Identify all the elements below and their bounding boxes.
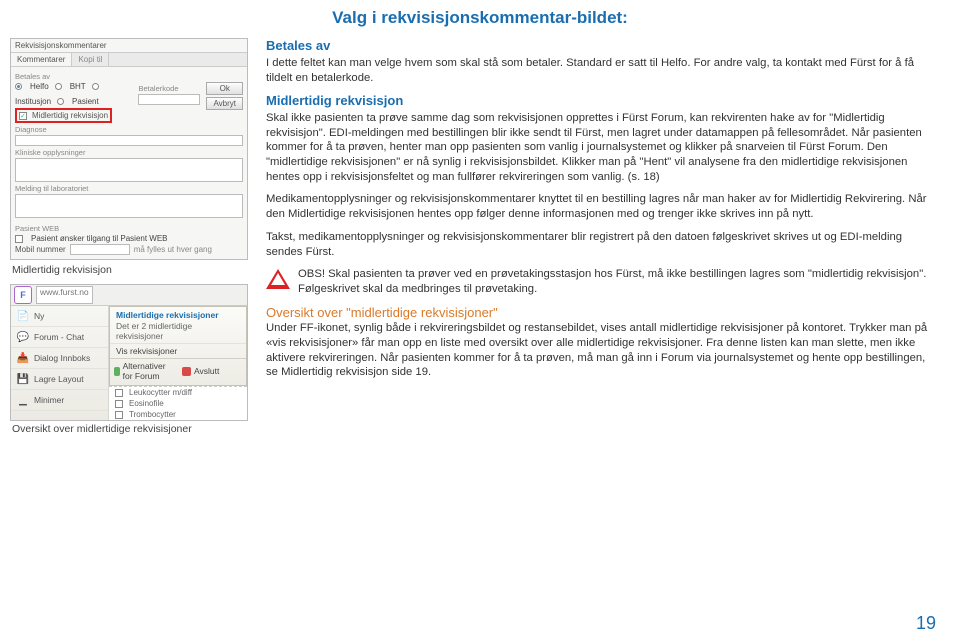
kliniske-input[interactable]: [15, 158, 243, 182]
melding-label: Melding til laboratoriet: [15, 184, 243, 193]
screenshot-rekvisisjonskommentar: Rekvisisjonskommentarer Kommentarer Kopi…: [10, 38, 248, 260]
para-oversikt: Under FF-ikonet, synlig både i rekvireri…: [266, 321, 930, 380]
submenu-midlertidige: Midlertidige rekvisisjoner Det er 2 midl…: [109, 306, 247, 386]
midlertidig-label: Midlertidig rekvisisjon: [32, 111, 108, 120]
para-betales: I dette feltet kan man velge hvem som sk…: [266, 56, 930, 85]
checkbox-icon[interactable]: [115, 400, 123, 408]
menu-item-label: Minimer: [34, 395, 64, 405]
submenu-foot-label: Avslutt: [194, 366, 219, 376]
melding-input[interactable]: [15, 194, 243, 218]
page-number: 19: [916, 613, 936, 634]
heading-betales-av: Betales av: [266, 38, 930, 55]
mobil-input[interactable]: [70, 244, 130, 255]
pasient-web-check-label: Pasient ønsker tilgang til Pasient WEB: [31, 234, 168, 243]
betalerkode-input[interactable]: [138, 94, 200, 105]
radio-pasient-label: Pasient: [72, 97, 99, 106]
para-medikament: Medikamentopplysninger og rekvisisjonsko…: [266, 192, 930, 221]
page-title: Valg i rekvisisjonskommentar-bildet:: [0, 0, 960, 28]
menu-item-lagre-layout[interactable]: 💾 Lagre Layout: [11, 369, 108, 390]
menu-item-ny[interactable]: 📄 Ny: [11, 306, 108, 327]
panel-title: Rekvisisjonskommentarer: [11, 39, 247, 53]
list-item[interactable]: Trombocytter: [109, 409, 247, 420]
submenu-avslutt[interactable]: Avslutt: [178, 359, 246, 383]
screenshot-menu: F www.furst.no 📄 Ny 💬 Forum - Chat 📥 Dialog…: [10, 284, 248, 421]
options-icon: [114, 367, 120, 376]
tab-kopi-til[interactable]: Kopi til: [72, 53, 109, 66]
diagnose-input[interactable]: [15, 135, 243, 146]
para-obs: OBS! Skal pasienten ta prøver ved en prø…: [298, 267, 930, 296]
save-icon: 💾: [16, 372, 30, 386]
list-item-label: Leukocytter m/diff: [129, 388, 192, 397]
radio-institusjon-label: Institusjon: [15, 97, 51, 106]
list-item-label: Eosinofile: [129, 399, 164, 408]
checkbox-icon[interactable]: [115, 389, 123, 397]
radio-bht[interactable]: [55, 83, 62, 90]
menu-item-label: Lagre Layout: [34, 374, 84, 384]
diagnose-label: Diagnose: [15, 125, 243, 134]
minimize-icon: ▁: [16, 393, 30, 407]
submenu-foot-label: Alternativer for Forum: [123, 361, 174, 381]
caption-oversikt: Oversikt over midlertidige rekvisisjoner: [12, 423, 248, 435]
menu-item-forum-chat[interactable]: 💬 Forum - Chat: [11, 327, 108, 348]
submenu-title: Midlertidige rekvisisjoner: [110, 309, 246, 321]
address-bar[interactable]: www.furst.no: [36, 286, 93, 304]
heading-midlertidig: Midlertidig rekvisisjon: [266, 93, 930, 110]
midlertidig-highlight: Midlertidig rekvisisjon: [15, 108, 112, 123]
chat-icon: 💬: [16, 330, 30, 344]
betalerkode-label: Betalerkode: [138, 84, 200, 93]
radio-helfo-label: Helfo: [30, 82, 49, 91]
heading-oversikt: Oversikt over "midlertidige rekvisisjone…: [266, 305, 930, 322]
radio-helfo[interactable]: [15, 83, 22, 90]
new-icon: 📄: [16, 309, 30, 323]
checkbox-icon[interactable]: [115, 411, 123, 419]
right-column: Betales av I dette feltet kan man velge …: [266, 38, 930, 443]
list-item[interactable]: Eosinofile: [109, 398, 247, 409]
para-midlertidig: Skal ikke pasienten ta prøve samme dag s…: [266, 111, 930, 184]
submenu-count: Det er 2 midlertidige rekvisisjoner: [110, 321, 246, 343]
list-item-label: Trombocytter: [129, 410, 176, 419]
kliniske-label: Kliniske opplysninger: [15, 148, 243, 157]
menu-item-label: Forum - Chat: [34, 332, 84, 342]
betales-av-label: Betales av: [15, 72, 243, 81]
checkbox-pasient-web[interactable]: [15, 235, 23, 243]
caption-midlertidig: Midlertidig rekvisisjon: [12, 264, 248, 276]
inbox-icon: 📥: [16, 351, 30, 365]
checkbox-midlertidig[interactable]: [19, 112, 27, 120]
radio-bht-label: BHT: [70, 82, 86, 91]
mobil-note: må fylles ut hver gang: [134, 245, 212, 254]
ok-button[interactable]: Ok: [206, 82, 243, 95]
menu-item-label: Ny: [34, 311, 44, 321]
pasient-web-label: Pasient WEB: [15, 224, 243, 233]
para-takst: Takst, medikamentopplysninger og rekvisi…: [266, 230, 930, 259]
warning-icon: [266, 269, 290, 289]
menu-item-label: Dialog Innboks: [34, 353, 90, 363]
menu-item-minimer[interactable]: ▁ Minimer: [11, 390, 108, 411]
avbryt-button[interactable]: Avbryt: [206, 97, 243, 110]
submenu-alternativer[interactable]: Alternativer for Forum: [110, 359, 178, 383]
submenu-vis-rekvisisjoner[interactable]: Vis rekvisisjoner: [110, 343, 246, 358]
left-column: Rekvisisjonskommentarer Kommentarer Kopi…: [10, 38, 248, 443]
radio-pasient[interactable]: [57, 98, 64, 105]
tab-kommentarer[interactable]: Kommentarer: [11, 53, 72, 66]
radio-institusjon[interactable]: [92, 83, 99, 90]
ff-logo-icon: F: [14, 286, 32, 304]
menu-item-dialog-innboks[interactable]: 📥 Dialog Innboks: [11, 348, 108, 369]
mobil-label: Mobil nummer: [15, 245, 66, 254]
exit-icon: [182, 367, 191, 376]
list-item[interactable]: Leukocytter m/diff: [109, 386, 247, 398]
